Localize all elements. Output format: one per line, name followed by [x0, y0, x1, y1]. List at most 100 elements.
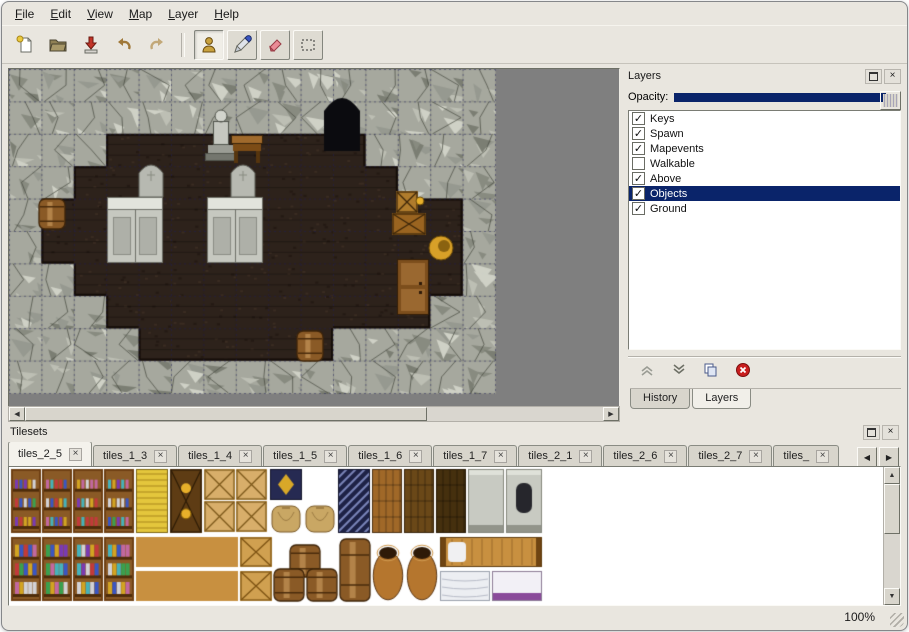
- panel-tab-history[interactable]: History: [630, 389, 690, 409]
- layer-visibility-checkbox[interactable]: ✓: [632, 202, 645, 215]
- layer-visibility-checkbox[interactable]: ✓: [632, 112, 645, 125]
- menu-item-view[interactable]: View: [79, 4, 121, 24]
- duplicate-icon: [702, 362, 720, 381]
- layer-item-walkable[interactable]: Walkable: [629, 156, 900, 171]
- layers-panel-header: Layers ×: [628, 68, 901, 84]
- layer-item-keys[interactable]: ✓Keys: [629, 111, 900, 126]
- tab-label: tiles_: [783, 450, 809, 462]
- toolbar-separator: [181, 33, 185, 57]
- tab-label: tiles_2_5: [18, 448, 62, 460]
- panel-tab-layers[interactable]: Layers: [692, 389, 751, 409]
- layer-label: Walkable: [650, 158, 695, 170]
- scroll-up-button[interactable]: ▲: [884, 467, 900, 484]
- layers-list: ✓Keys✓Spawn✓Mapevents Walkable✓Above✓Obje…: [628, 110, 901, 350]
- tab-close-icon[interactable]: ×: [239, 450, 252, 463]
- tab-close-icon[interactable]: ×: [324, 450, 337, 463]
- opacity-row: Opacity:: [628, 90, 901, 104]
- menu-item-file[interactable]: File: [7, 4, 42, 24]
- menu-item-edit[interactable]: Edit: [42, 4, 79, 24]
- tab-close-icon[interactable]: ×: [579, 450, 592, 463]
- layer-visibility-checkbox[interactable]: ✓: [632, 142, 645, 155]
- selection-icon: [298, 35, 318, 55]
- tab-close-icon[interactable]: ×: [154, 450, 167, 463]
- layer-item-objects[interactable]: ✓Objects: [629, 186, 900, 201]
- float-tilesets-button[interactable]: [863, 425, 880, 440]
- undo-button[interactable]: [109, 30, 139, 60]
- layer-item-above[interactable]: ✓Above: [629, 171, 900, 186]
- menu-item-layer[interactable]: Layer: [160, 4, 206, 24]
- move-layer-up-button[interactable]: [636, 361, 658, 381]
- tileset-tab-tiles_1_6[interactable]: tiles_1_6×: [348, 445, 432, 466]
- tileset-tab-tiles_1_7[interactable]: tiles_1_7×: [433, 445, 517, 466]
- layer-item-spawn[interactable]: ✓Spawn: [629, 126, 900, 141]
- tileset-tab-tiles_1_3[interactable]: tiles_1_3×: [93, 445, 177, 466]
- tabs-scroll-right-button[interactable]: ▶: [879, 447, 899, 467]
- move-layer-down-button[interactable]: [668, 361, 690, 381]
- layer-visibility-checkbox[interactable]: ✓: [632, 187, 645, 200]
- layer-visibility-checkbox[interactable]: [632, 157, 645, 170]
- resize-grip[interactable]: [890, 613, 904, 627]
- tileset-vertical-scrollbar[interactable]: ▲ ▼: [883, 467, 900, 605]
- layer-item-mapevents[interactable]: ✓Mapevents: [629, 141, 900, 156]
- tabs-scroll-left-button[interactable]: ◀: [857, 447, 877, 467]
- status-bar: 100%: [2, 604, 907, 630]
- tileset-tab-tiles_[interactable]: tiles_ ×: [773, 445, 839, 466]
- tileset-tab-bar: tiles_2_5×tiles_1_3×tiles_1_4×tiles_1_5×…: [8, 442, 855, 466]
- menu-item-help[interactable]: Help: [206, 4, 247, 24]
- duplicate-layer-button[interactable]: [700, 361, 722, 381]
- scrollbar-thumb[interactable]: [884, 484, 900, 534]
- tileset-tab-tiles_2_6[interactable]: tiles_2_6×: [603, 445, 687, 466]
- layer-visibility-checkbox[interactable]: ✓: [632, 127, 645, 140]
- delete-layer-button[interactable]: [732, 361, 754, 381]
- delete-icon: [734, 362, 752, 381]
- close-panel-button[interactable]: ×: [884, 69, 901, 84]
- tab-close-icon[interactable]: ×: [816, 450, 829, 463]
- map-horizontal-scrollbar[interactable]: ◀ ▶: [8, 406, 620, 422]
- eraser-tool-button[interactable]: [260, 30, 290, 60]
- close-tilesets-button[interactable]: ×: [882, 425, 899, 440]
- tab-label: tiles_1_4: [188, 450, 232, 462]
- menu-item-map[interactable]: Map: [121, 4, 160, 24]
- undo-icon: [114, 35, 134, 55]
- fill-tool-button[interactable]: [227, 30, 257, 60]
- scrollbar-track[interactable]: [25, 407, 603, 421]
- scroll-down-button[interactable]: ▼: [884, 588, 900, 605]
- new-map-button[interactable]: [10, 30, 40, 60]
- tileset-tab-tiles_2_1[interactable]: tiles_2_1 ×: [518, 445, 602, 466]
- float-panel-button[interactable]: [865, 69, 882, 84]
- tab-close-icon[interactable]: ×: [664, 450, 677, 463]
- tab-close-icon[interactable]: ×: [749, 450, 762, 463]
- close-icon: ×: [890, 71, 896, 81]
- tileset-tab-tiles_1_4[interactable]: tiles_1_4 ×: [178, 445, 262, 466]
- layer-item-ground[interactable]: ✓Ground: [629, 201, 900, 216]
- tileset-tab-tiles_2_5[interactable]: tiles_2_5 ×: [8, 442, 92, 466]
- opacity-slider-fill: [674, 93, 886, 102]
- open-folder-icon: [48, 35, 68, 55]
- scroll-left-button[interactable]: ◀: [9, 407, 25, 421]
- opacity-slider-handle[interactable]: [880, 91, 901, 110]
- select-tool-button[interactable]: [293, 30, 323, 60]
- redo-button[interactable]: [142, 30, 172, 60]
- opacity-slider[interactable]: [674, 91, 901, 104]
- tileset-canvas[interactable]: [9, 467, 883, 603]
- close-icon: ×: [888, 427, 894, 437]
- stamp-tool-icon: [199, 35, 219, 55]
- scroll-right-button[interactable]: ▶: [603, 407, 619, 421]
- app-window: FileEditViewMapLayerHelp ◀ ▶ Layers × Op…: [1, 1, 908, 631]
- layer-visibility-checkbox[interactable]: ✓: [632, 172, 645, 185]
- tileset-tab-tiles_1_5[interactable]: tiles_1_5×: [263, 445, 347, 466]
- open-button[interactable]: [43, 30, 73, 60]
- save-button[interactable]: [76, 30, 106, 60]
- tab-close-icon[interactable]: ×: [69, 448, 82, 461]
- map-canvas[interactable]: [9, 69, 617, 404]
- tileset-tab-tiles_2_7[interactable]: tiles_2_7×: [688, 445, 772, 466]
- scrollbar-track[interactable]: [884, 484, 900, 588]
- tab-close-icon[interactable]: ×: [494, 450, 507, 463]
- tab-close-icon[interactable]: ×: [409, 450, 422, 463]
- scrollbar-thumb[interactable]: [25, 407, 427, 421]
- stamp-tool-button[interactable]: [194, 30, 224, 60]
- tab-label: tiles_2_1: [528, 450, 572, 462]
- layers-panel-title: Layers: [628, 70, 863, 82]
- map-viewport: [8, 68, 620, 407]
- chevron-up-icon: [638, 362, 656, 381]
